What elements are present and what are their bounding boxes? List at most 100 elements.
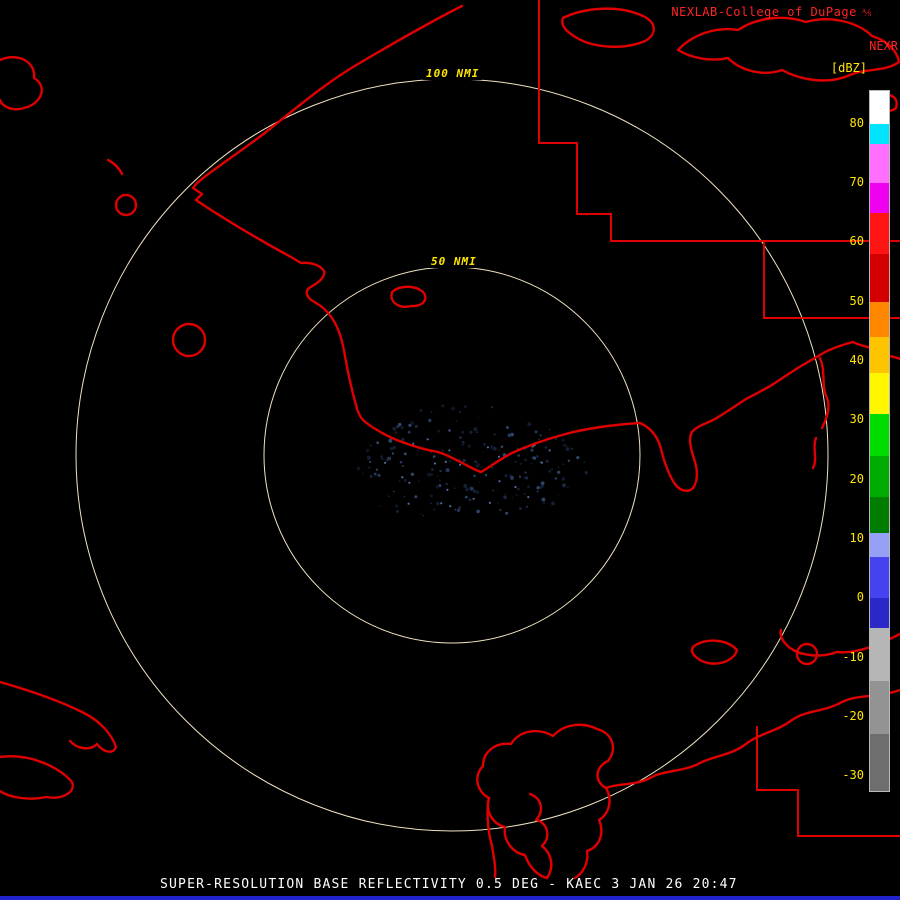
echo-dot	[357, 467, 361, 471]
echo-dot	[527, 485, 530, 488]
lake-circle-large	[173, 324, 205, 356]
echo-dot	[503, 495, 507, 499]
echo-dot	[533, 456, 536, 459]
echo-dot	[395, 505, 398, 508]
range-ring-label-100nmi: 100 NMI	[423, 67, 482, 80]
echo-dot	[492, 489, 494, 491]
echo-dot-bright	[473, 498, 475, 500]
echo-dot	[524, 458, 527, 461]
echo-dot	[370, 445, 372, 447]
echo-dot	[408, 431, 411, 434]
echo-dot	[525, 476, 528, 479]
echo-dot	[499, 509, 501, 511]
echo-dot	[542, 501, 545, 504]
echo-dot	[419, 409, 422, 412]
echo-dot	[536, 490, 539, 493]
echo-dot	[510, 476, 514, 480]
echo-dot	[530, 449, 533, 452]
echo-dot	[476, 510, 480, 514]
echo-dot	[461, 431, 464, 434]
colorbar-segment	[870, 681, 889, 734]
echo-dot-bright	[498, 456, 500, 458]
echo-dot-bright	[427, 438, 429, 440]
echo-dot	[483, 451, 484, 452]
echo-dot	[469, 499, 472, 502]
echo-dot	[362, 473, 363, 474]
range-rings	[76, 79, 828, 831]
echo-dot	[491, 406, 493, 408]
brand-label: NEXLAB-College of DuPage	[671, 5, 856, 19]
echo-dot	[433, 455, 436, 458]
echo-dot	[510, 433, 514, 437]
colorbar-tick-label: 80	[820, 115, 864, 131]
echo-dot	[368, 467, 370, 469]
echo-dot	[481, 467, 482, 468]
coastline-boundary-lines	[0, 6, 900, 878]
colorbar-segment	[870, 254, 889, 301]
echo-dot	[493, 447, 497, 451]
colorbar-segment	[870, 497, 889, 533]
echo-dot-bright	[440, 502, 442, 504]
echo-dot-bright	[541, 462, 543, 464]
echo-dot-bright	[401, 476, 403, 478]
echo-dot	[469, 431, 472, 434]
echo-dot	[485, 474, 487, 476]
colorbar-segment	[870, 557, 889, 599]
colorbar-tick-label: 70	[820, 174, 864, 190]
echo-dot	[436, 485, 440, 489]
echo-dot	[545, 446, 548, 449]
echo-dot	[430, 494, 433, 497]
echo-dot	[551, 468, 553, 470]
echo-dot	[463, 484, 467, 488]
echo-dot	[468, 445, 471, 448]
echo-dot	[446, 468, 450, 472]
echo-dot	[506, 426, 509, 429]
echo-dot-bright	[434, 462, 436, 464]
echo-dot	[439, 479, 441, 481]
echo-dot	[431, 411, 432, 412]
echo-dot	[404, 479, 407, 482]
echo-dot	[374, 473, 376, 475]
echo-dot	[376, 469, 378, 471]
colorbar-segment	[870, 598, 889, 628]
echo-dot	[499, 449, 501, 451]
echo-dot-bright	[527, 496, 529, 498]
echo-dot	[562, 477, 565, 480]
echo-dot	[477, 416, 478, 417]
echo-dot	[492, 467, 494, 469]
colorbar-segment	[870, 373, 889, 415]
echo-dot	[497, 490, 498, 491]
echo-dot	[464, 497, 466, 499]
echo-dot	[566, 447, 570, 451]
echo-dot	[519, 507, 522, 510]
echo-dot	[571, 448, 573, 450]
echo-dot	[476, 463, 479, 466]
echo-dot	[439, 470, 441, 472]
echo-dot	[396, 510, 399, 513]
echo-dot-bright	[487, 446, 489, 448]
echo-dot	[446, 483, 448, 485]
echo-dot	[562, 463, 564, 465]
colorbar-segment	[870, 533, 889, 557]
echo-dot	[525, 472, 527, 474]
echo-dot	[430, 502, 432, 504]
echo-dot-bright	[459, 464, 461, 466]
echo-dot	[398, 423, 402, 427]
echo-dot	[505, 474, 508, 477]
echo-dot	[476, 490, 480, 494]
echo-dot	[387, 457, 391, 461]
echo-dot	[402, 465, 404, 467]
echo-dot	[526, 506, 528, 508]
echo-dot	[457, 509, 460, 512]
radar-echo-cluster	[357, 405, 588, 517]
echo-dot	[585, 471, 588, 474]
echo-dot	[527, 422, 531, 426]
echo-dot	[501, 446, 504, 449]
colorbar-segment	[870, 337, 889, 373]
echo-dot	[562, 483, 566, 487]
echo-dot	[411, 473, 414, 476]
island-southeast	[692, 641, 737, 664]
echo-dot	[551, 502, 555, 506]
echo-dot	[516, 494, 518, 496]
echo-dot	[404, 452, 407, 455]
